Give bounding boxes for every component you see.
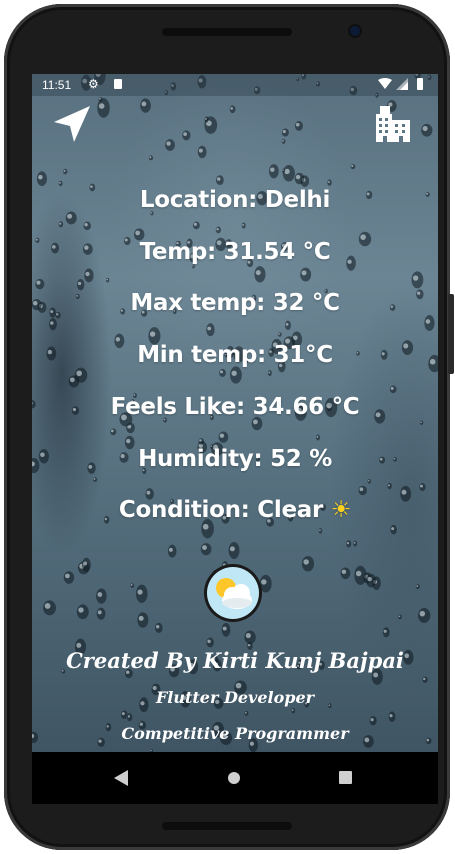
role-flutter-developer: Flutter Developer — [155, 688, 315, 707]
feels-like-text: Feels Like: 34.66 °C — [110, 394, 360, 420]
recents-icon[interactable] — [339, 771, 352, 784]
system-navigation-bar — [32, 752, 438, 804]
city-building-icon[interactable] — [372, 102, 412, 142]
role-competitive-programmer: Competitive Programmer — [121, 724, 349, 743]
author-credit: Created By Kirti Kunj Bajpai — [66, 648, 404, 673]
status-time: 11:51 — [42, 78, 72, 92]
sd-card-icon — [114, 79, 122, 89]
front-camera — [350, 26, 360, 36]
weather-condition-badge — [204, 564, 262, 622]
navigation-arrow-icon[interactable] — [52, 104, 92, 144]
gear-icon: ⚙ — [88, 77, 99, 91]
back-icon[interactable] — [114, 770, 128, 786]
bottom-speaker — [162, 822, 292, 830]
signal-icon — [396, 78, 408, 90]
top-speaker — [162, 28, 292, 36]
humidity-text: Humidity: 52 % — [138, 446, 332, 472]
side-button — [448, 294, 454, 374]
phone-frame: 11:51 ⚙ Location: Delhi Temp: 31.54 °C M… — [4, 4, 454, 850]
sun-emoji-icon: ☀ — [330, 497, 352, 523]
wifi-icon — [378, 78, 392, 89]
max-temperature-text: Max temp: 32 °C — [130, 290, 340, 316]
battery-icon — [417, 78, 423, 90]
location-text: Location: Delhi — [139, 187, 331, 213]
condition-row: Condition: Clear ☀ — [32, 497, 438, 523]
partly-cloudy-icon — [216, 578, 252, 609]
screen: 11:51 ⚙ Location: Delhi Temp: 31.54 °C M… — [32, 74, 438, 804]
min-temperature-text: Min temp: 31°C — [137, 342, 333, 368]
home-icon[interactable] — [228, 772, 240, 784]
status-bar: 11:51 ⚙ — [32, 74, 438, 96]
temperature-text: Temp: 31.54 °C — [139, 239, 331, 265]
condition-text: Condition: Clear — [118, 497, 324, 523]
weather-app: 11:51 ⚙ Location: Delhi Temp: 31.54 °C M… — [32, 74, 438, 752]
